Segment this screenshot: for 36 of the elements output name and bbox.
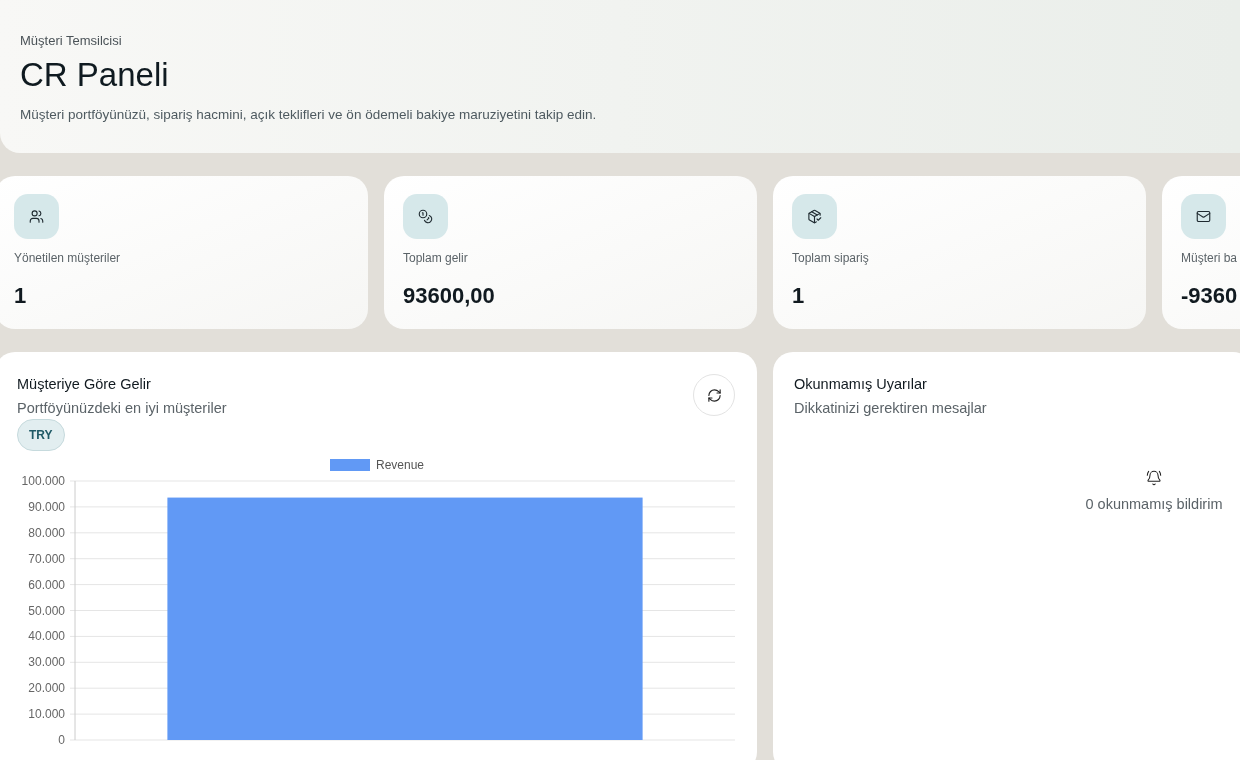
page-description: Müşteri portföyünüzü, sipariş hacmini, açık teklifleri ve ön ödemeli bakiye maruziyetini takip edin.: [20, 105, 598, 124]
coins-icon: [418, 209, 433, 224]
y-tick-label: 50.000: [28, 603, 65, 617]
bell-icon: [1146, 469, 1162, 486]
y-tick-label: 60.000: [28, 577, 65, 592]
refresh-icon: [706, 387, 722, 403]
y-tick-label: 70.000: [28, 551, 65, 566]
stat-label: Toplam gelir: [403, 250, 469, 267]
y-tick-label: 0: [58, 732, 65, 746]
y-tick-label: 20.000: [28, 680, 65, 695]
stat-value: -9360: [1181, 282, 1239, 310]
stat-label: Yönetilen müşteriler: [14, 250, 122, 267]
currency-chip: TRY: [17, 418, 65, 451]
envelope-icon: [1196, 209, 1211, 224]
panel-title: Müşteriye Göre Gelir: [17, 375, 152, 394]
panel-title: Okunmamış Uyarılar: [794, 375, 928, 394]
panel-subtitle: Portföyünüzdeki en iyi müşteriler: [17, 398, 227, 418]
empty-message: 0 okunmamış bildirim: [1085, 494, 1223, 514]
y-tick-label: 30.000: [28, 654, 65, 669]
y-tick-label: 100.000: [21, 473, 65, 488]
page-title: CR Paneli: [20, 54, 170, 95]
stat-value: 93600,00: [403, 282, 496, 310]
y-tick-label: 80.000: [28, 525, 65, 540]
y-tick-label: 10.000: [28, 706, 65, 721]
stat-value: 1: [792, 282, 806, 310]
chart-legend: Revenue: [330, 457, 425, 472]
legend-label: Revenue: [376, 457, 425, 472]
eyebrow-text: Müşteri Temsilcisi: [20, 32, 123, 50]
stat-label: Toplam sipariş: [792, 250, 870, 267]
stat-value: 1: [14, 282, 28, 310]
package-icon: [807, 209, 822, 224]
stat-label: Müşteri ba: [1181, 250, 1239, 267]
y-tick-label: 40.000: [28, 628, 65, 643]
users-icon: [29, 209, 44, 224]
y-tick-label: 90.000: [28, 499, 65, 514]
panel-subtitle: Dikkatinizi gerektiren mesajlar: [794, 398, 988, 418]
